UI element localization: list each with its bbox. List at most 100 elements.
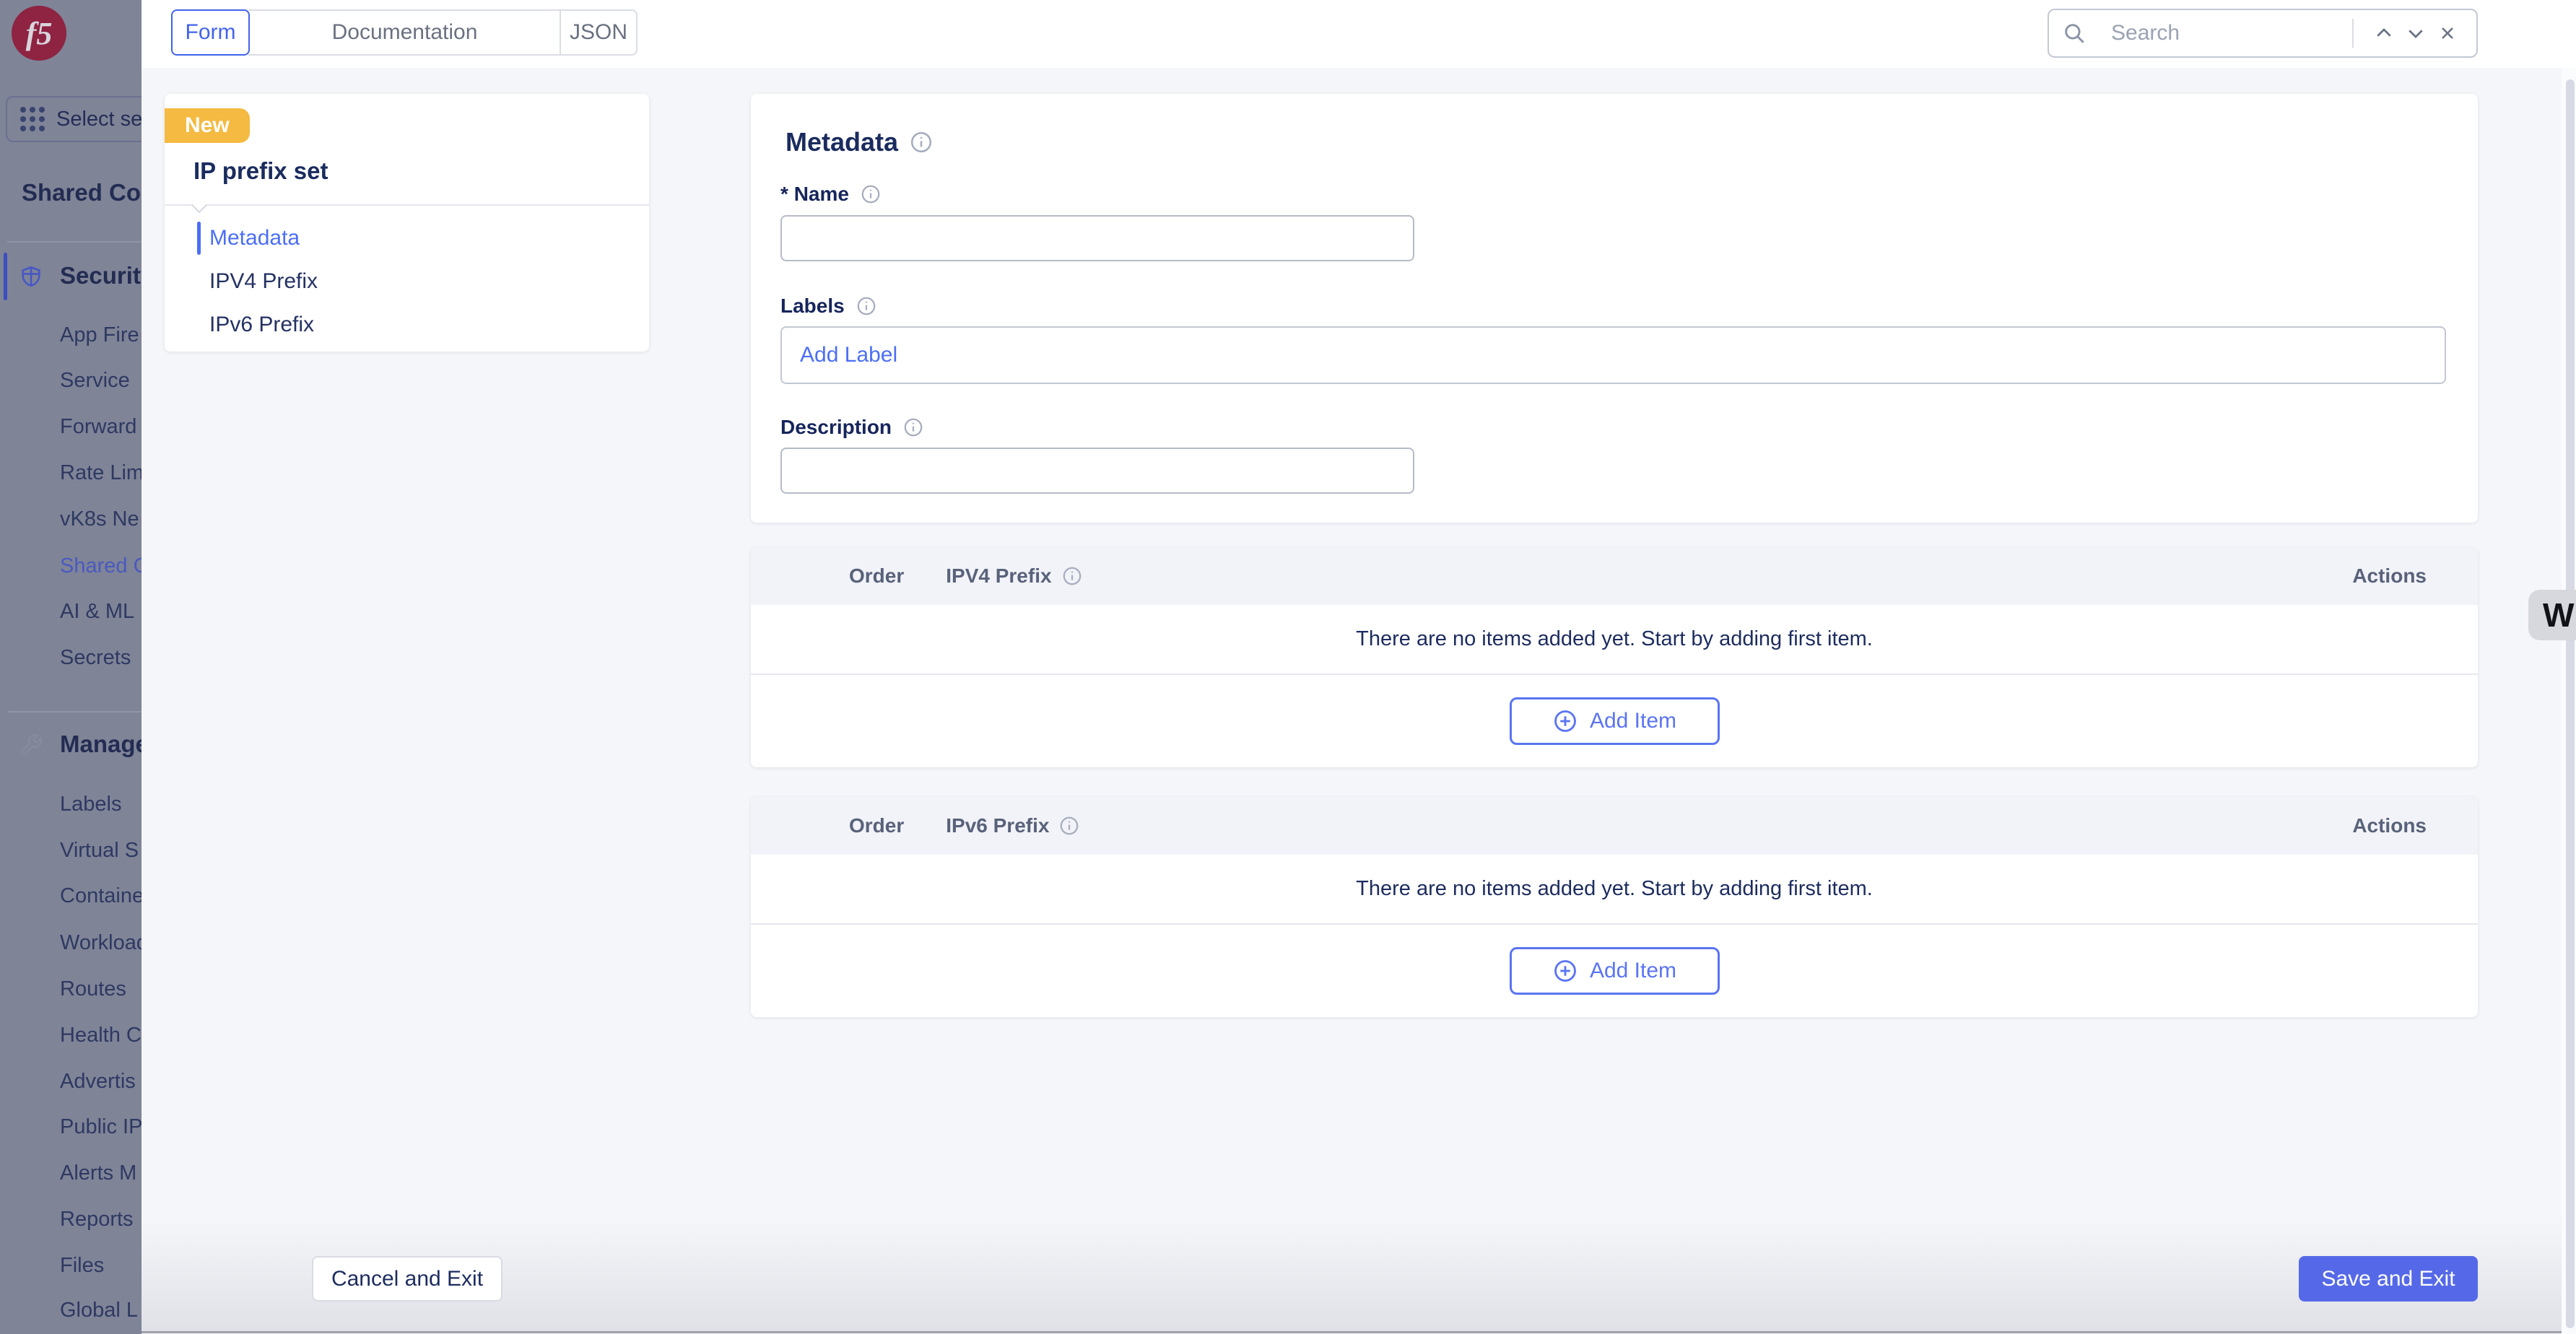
sidebar-item-service[interactable]: Service (60, 369, 130, 393)
sidebar-item-public-ips[interactable]: Public IP (60, 1115, 142, 1139)
create-object-modal: Form Documentation JSON (142, 0, 2576, 1334)
search-divider (2352, 19, 2354, 48)
column-order: Order (849, 814, 904, 837)
app-window: f5 Select se Shared Co Security App Fire… (0, 0, 2576, 1334)
search-icon (2062, 21, 2087, 45)
name-input[interactable] (780, 215, 1414, 261)
chevron-down-icon (2405, 22, 2427, 44)
sidebar-item-virtual-sites[interactable]: Virtual S (60, 839, 139, 863)
sidebar: f5 Select se Shared Co Security App Fire… (0, 0, 142, 1334)
metadata-heading: Metadata (786, 127, 898, 157)
description-input[interactable] (780, 448, 1414, 494)
scrollbar-thumb[interactable] (2566, 79, 2575, 1328)
view-tabs: Form Documentation JSON (171, 9, 638, 56)
metadata-section-header: Metadata (786, 127, 933, 157)
sidebar-item-workloads[interactable]: Workload (60, 931, 142, 955)
info-icon[interactable] (1059, 816, 1079, 836)
name-field-label-row: * Name (780, 183, 881, 206)
sidebar-item-global-log[interactable]: Global L (60, 1299, 138, 1322)
tab-json[interactable]: JSON (560, 9, 638, 56)
status-badge-new: New (165, 108, 250, 143)
sidebar-item-forward[interactable]: Forward (60, 415, 136, 439)
labels-container[interactable]: Add Label (780, 326, 2446, 384)
sidebar-divider (7, 711, 142, 712)
ipv6-empty-message: There are no items added yet. Start by a… (751, 855, 2478, 925)
search-box (2048, 9, 2478, 58)
metadata-form-card: Metadata * Name Labels Add Label Descrip… (751, 94, 2478, 523)
sidebar-item-ai-ml[interactable]: AI & ML (60, 600, 134, 624)
ipv6-table-header: Order IPv6 Prefix Actions (751, 797, 2478, 855)
w-widget-button[interactable]: W (2528, 590, 2576, 640)
panel-collapse-notch[interactable] (191, 197, 208, 214)
sidebar-item-alerts[interactable]: Alerts M (60, 1161, 136, 1185)
close-icon (2437, 23, 2458, 43)
modal-top-bar: Form Documentation JSON (142, 0, 2576, 68)
labels-field-label-row: Labels (780, 295, 876, 318)
cancel-and-exit-button[interactable]: Cancel and Exit (312, 1256, 502, 1302)
ipv6-add-item-button[interactable]: Add Item (1510, 947, 1720, 995)
shield-icon (19, 264, 43, 289)
name-label: * Name (780, 183, 849, 206)
info-icon[interactable] (856, 296, 876, 316)
sidebar-item-rate-limiter[interactable]: Rate Lim (60, 461, 142, 485)
panel-divider (165, 204, 649, 206)
plus-circle-icon (1552, 958, 1578, 984)
search-close-button[interactable] (2432, 17, 2463, 49)
sidebar-item-health-checks[interactable]: Health C (60, 1024, 142, 1047)
ipv4-table-header: Order IPV4 Prefix Actions (751, 547, 2478, 605)
w-widget-label: W (2543, 596, 2571, 635)
object-nav-panel: New IP prefix set Metadata IPV4 Prefix I… (165, 94, 649, 352)
ipv4-add-item-button[interactable]: Add Item (1510, 697, 1720, 745)
sidebar-item-containers[interactable]: Containe (60, 884, 142, 908)
description-label: Description (780, 416, 892, 439)
select-service-label: Select se (56, 108, 142, 131)
sidebar-section-manage[interactable]: Manage (60, 731, 142, 758)
add-label-button[interactable]: Add Label (800, 343, 897, 367)
labels-label: Labels (780, 295, 845, 318)
panel-nav-ipv4-prefix[interactable]: IPV4 Prefix (209, 269, 318, 294)
tab-documentation[interactable]: Documentation (248, 9, 561, 56)
ipv4-prefix-table: Order IPV4 Prefix Actions There are no i… (751, 547, 2478, 767)
search-input[interactable] (2097, 21, 2346, 45)
f5-logo-text: f5 (26, 15, 53, 52)
sidebar-item-shared-config[interactable]: Shared C (60, 554, 142, 578)
info-icon[interactable] (903, 417, 923, 437)
wrench-icon (19, 733, 43, 757)
info-icon[interactable] (910, 131, 933, 154)
footer-gradient (142, 1219, 2576, 1333)
ipv6-prefix-table: Order IPv6 Prefix Actions There are no i… (751, 797, 2478, 1017)
sidebar-item-app-firewall[interactable]: App Fire (60, 323, 139, 347)
f5-logo[interactable]: f5 (12, 6, 66, 61)
select-service-button[interactable]: Select se (6, 96, 142, 142)
ipv6-table-footer: Add Item (751, 925, 2478, 1017)
tab-form[interactable]: Form (171, 9, 250, 56)
panel-nav-ipv6-prefix[interactable]: IPv6 Prefix (209, 313, 314, 337)
column-actions: Actions (2352, 564, 2427, 588)
sidebar-item-labels[interactable]: Labels (60, 793, 121, 816)
search-next-button[interactable] (2400, 17, 2432, 49)
sidebar-item-advertise[interactable]: Advertis (60, 1070, 136, 1094)
sidebar-item-routes[interactable]: Routes (60, 977, 126, 1001)
apps-grid-icon (20, 107, 45, 131)
sidebar-item-reports[interactable]: Reports (60, 1208, 134, 1231)
column-order: Order (849, 564, 904, 588)
window-bottom-edge (142, 1331, 2576, 1333)
description-field-label-row: Description (780, 416, 923, 439)
chevron-up-icon (2373, 22, 2395, 44)
object-type-title: IP prefix set (193, 157, 328, 185)
info-icon[interactable] (861, 184, 881, 204)
workspace-title: Shared Co (22, 179, 141, 206)
info-icon[interactable] (1062, 566, 1082, 586)
ipv4-table-footer: Add Item (751, 675, 2478, 767)
sidebar-item-secrets[interactable]: Secrets (60, 646, 131, 670)
sidebar-item-vk8s-networks[interactable]: vK8s Ne (60, 507, 139, 531)
column-actions: Actions (2352, 814, 2427, 837)
sidebar-item-files[interactable]: Files (60, 1254, 104, 1278)
sidebar-divider (7, 241, 142, 243)
save-and-exit-button[interactable]: Save and Exit (2299, 1256, 2478, 1302)
sidebar-section-security[interactable]: Security (60, 262, 142, 289)
plus-circle-icon (1552, 708, 1578, 734)
search-prev-button[interactable] (2368, 17, 2400, 49)
panel-nav-metadata[interactable]: Metadata (209, 226, 300, 250)
column-ipv4-prefix: IPV4 Prefix (946, 564, 1082, 588)
